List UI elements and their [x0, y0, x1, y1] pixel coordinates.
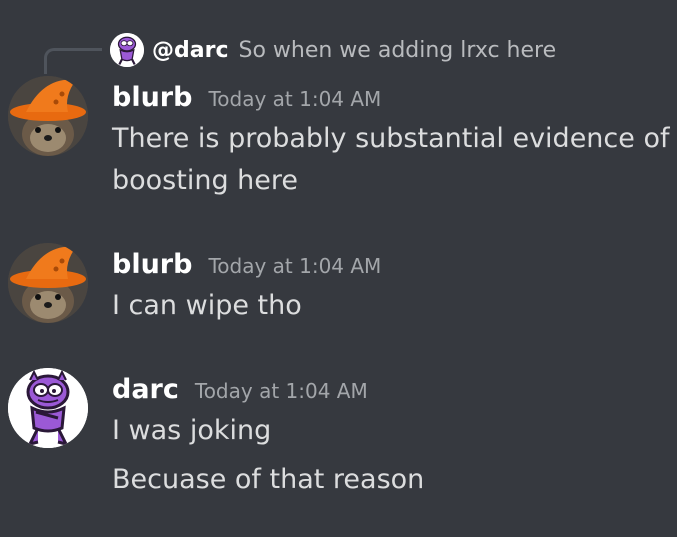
reply-reference[interactable]: @darc So when we adding lrxc here — [110, 32, 556, 68]
otter-witch-hat-avatar-icon[interactable] — [8, 243, 88, 323]
reply-avatar-icon[interactable] — [110, 33, 144, 67]
message-text: I was joking — [112, 415, 272, 446]
reply-author[interactable]: @darc — [152, 38, 228, 63]
message-timestamp[interactable]: Today at 1:04 AM — [208, 87, 381, 111]
message-header: blurb Today at 1:04 AM — [112, 82, 381, 113]
otter-witch-hat-avatar-icon[interactable] — [8, 76, 88, 156]
message-header: blurb Today at 1:04 AM — [112, 249, 381, 280]
message-text: Becuase of that reason — [112, 464, 425, 495]
message-text: There is probably substantial evidence o… — [112, 123, 670, 154]
reply-text[interactable]: So when we adding lrxc here — [238, 38, 556, 63]
message-timestamp[interactable]: Today at 1:04 AM — [208, 254, 381, 278]
reply-connector-line — [44, 48, 102, 74]
garfield-avatar-icon[interactable] — [8, 368, 88, 448]
message-author[interactable]: blurb — [112, 82, 192, 113]
message-text: I can wipe tho — [112, 290, 302, 321]
chat-messages: @darc So when we adding lrxc here blurb … — [0, 0, 677, 537]
message-timestamp[interactable]: Today at 1:04 AM — [195, 379, 368, 403]
message-header: darc Today at 1:04 AM — [112, 374, 368, 405]
message-text: boosting here — [112, 165, 299, 196]
message-author[interactable]: darc — [112, 374, 179, 405]
message-author[interactable]: blurb — [112, 249, 192, 280]
